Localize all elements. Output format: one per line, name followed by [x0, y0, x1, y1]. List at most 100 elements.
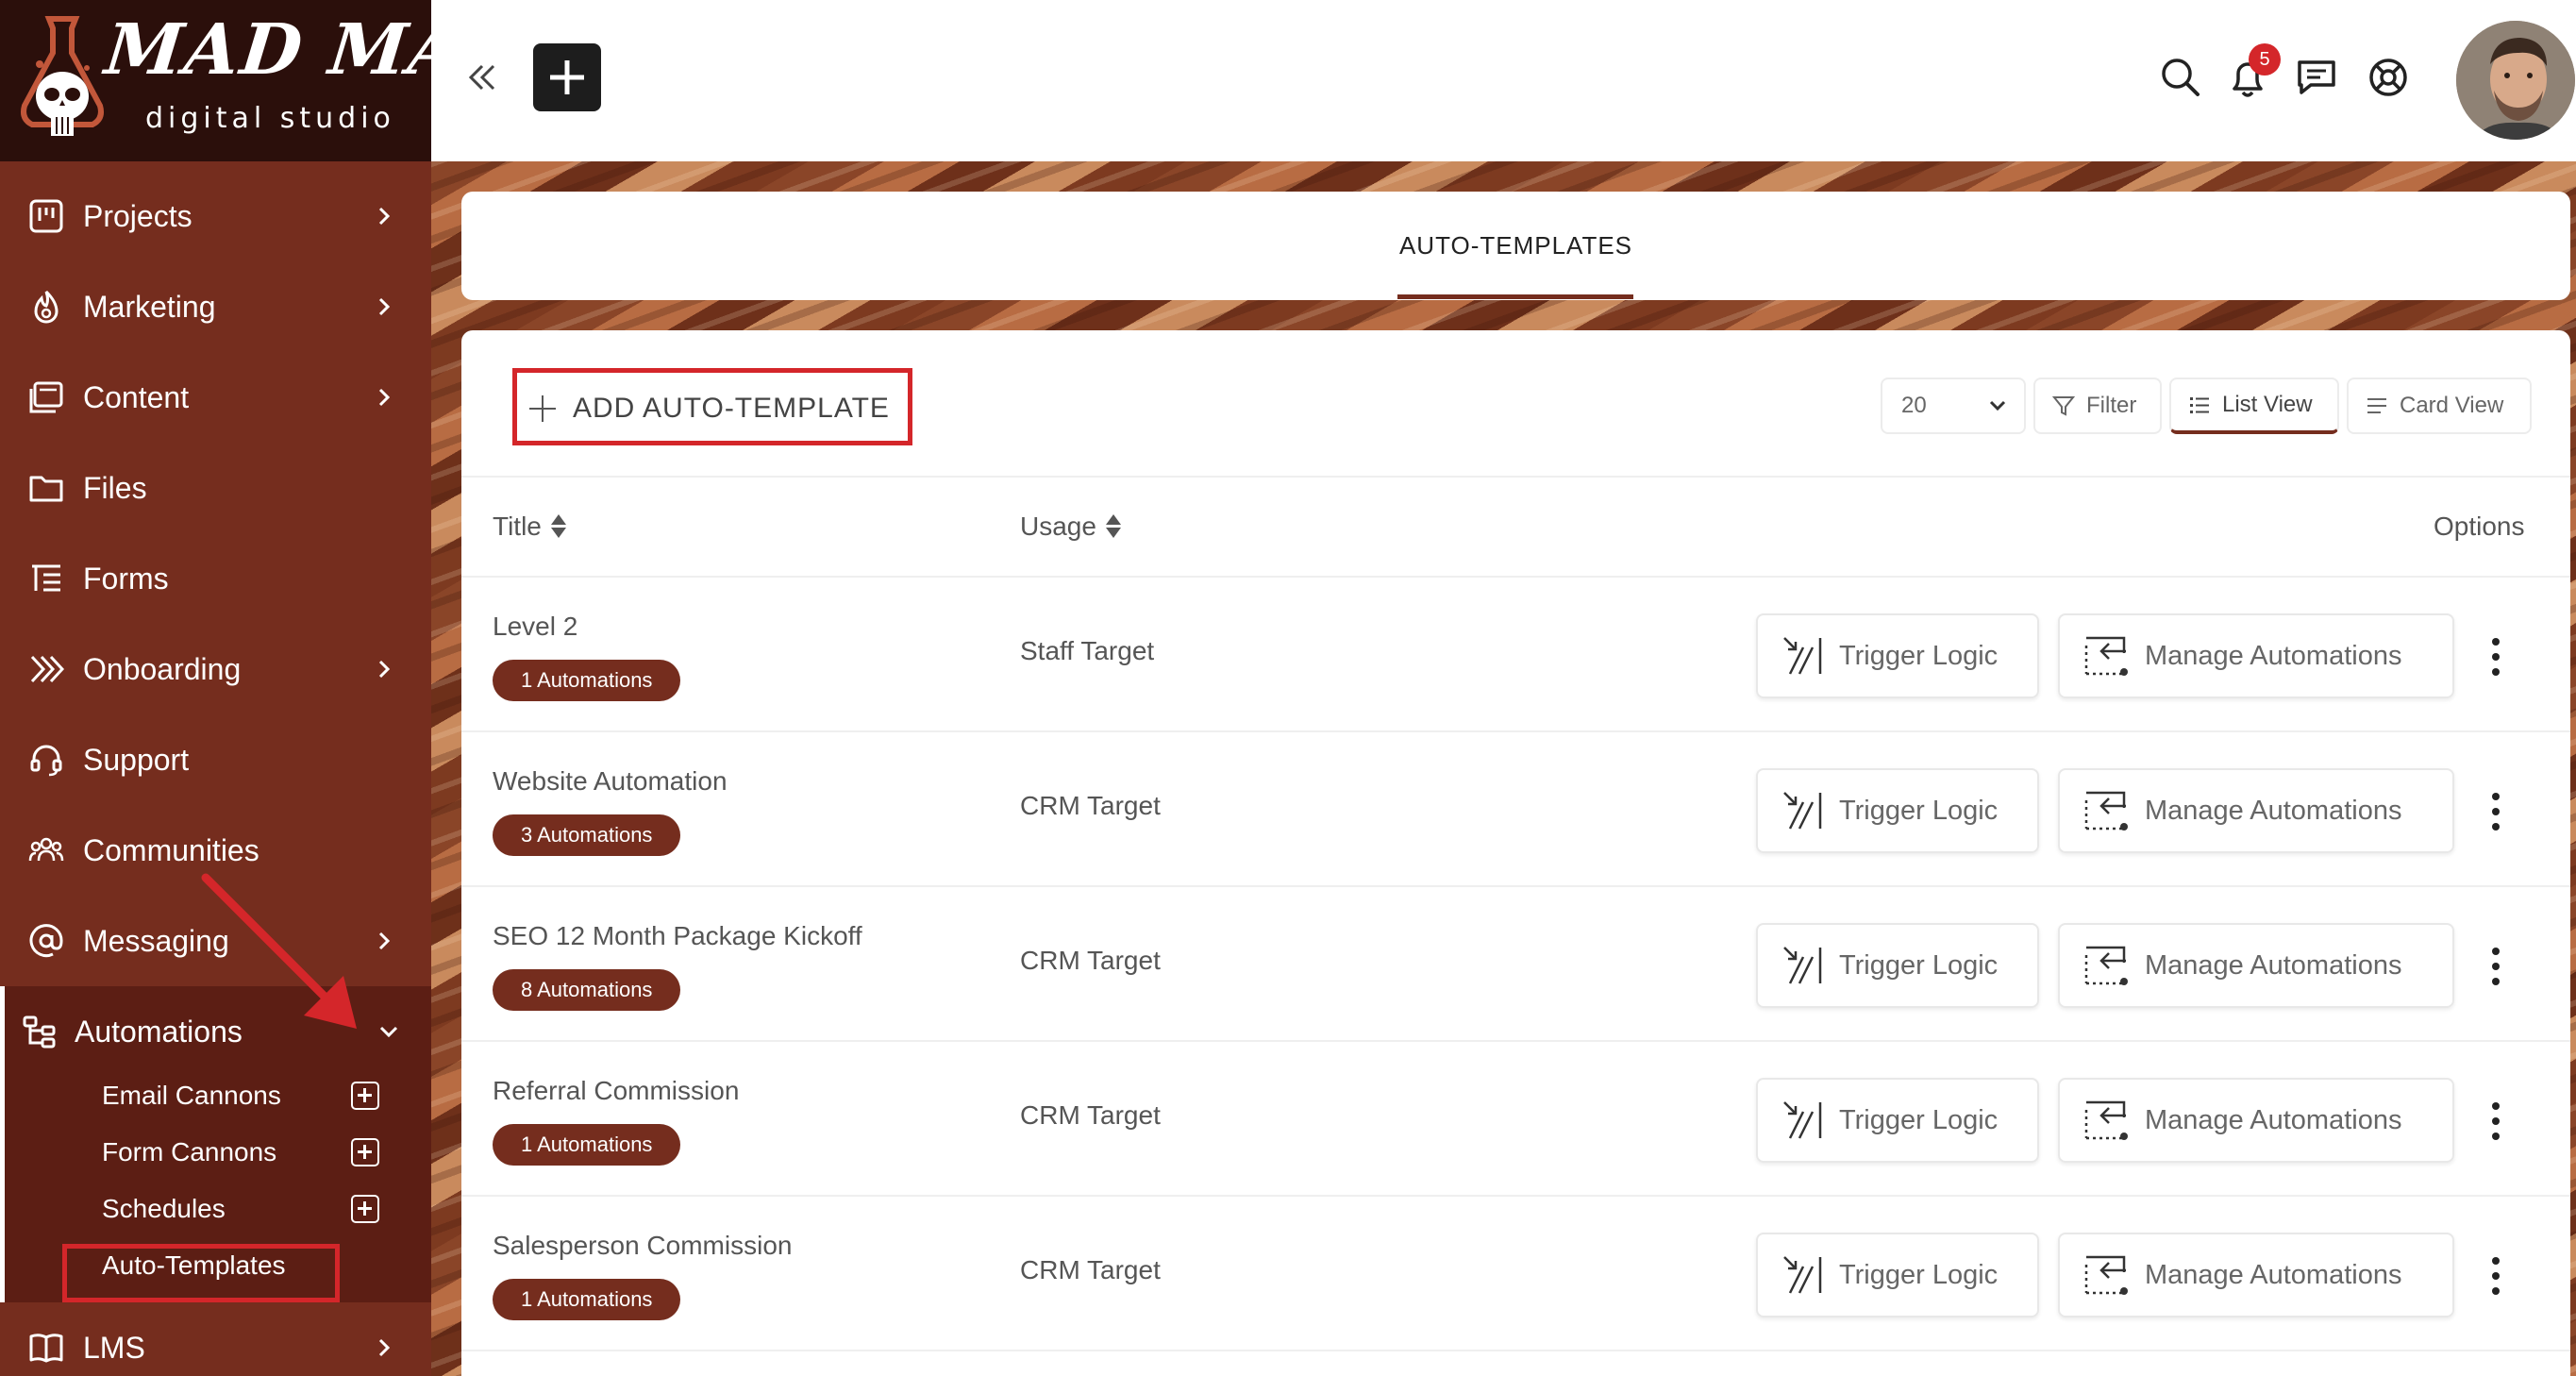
- at-sign-icon: [29, 924, 63, 958]
- automations-count-badge: 1 Automations: [493, 660, 681, 701]
- trigger-logic-label: Trigger Logic: [1839, 949, 1999, 981]
- sidebar-subitem-label: Form Cannons: [102, 1137, 277, 1166]
- chat-icon[interactable]: [2294, 55, 2339, 100]
- list-icon: [2190, 397, 2209, 413]
- chevron-right-icon: [378, 207, 391, 226]
- toolbar-divider: [461, 476, 2570, 478]
- row-more-options-icon[interactable]: [2490, 638, 2501, 676]
- add-email-cannon-icon[interactable]: [351, 1082, 379, 1110]
- sidebar-subitem-label: Schedules: [102, 1194, 226, 1223]
- auto-templates-panel: ADD AUTO-TEMPLATE 20 Filter List View Ca…: [461, 330, 2570, 1376]
- manage-automations-label: Manage Automations: [2145, 1104, 2402, 1135]
- row-more-options-icon[interactable]: [2490, 1102, 2501, 1140]
- row-title[interactable]: SEO 12 Month Package Kickoff: [493, 921, 862, 951]
- add-form-cannon-icon[interactable]: [351, 1138, 379, 1166]
- column-header-title[interactable]: Title: [493, 512, 566, 542]
- manage-automations-button[interactable]: Manage Automations: [2058, 1078, 2454, 1163]
- trigger-logic-icon: [1783, 792, 1822, 830]
- row-more-options-icon[interactable]: [2490, 793, 2501, 831]
- tab-auto-templates[interactable]: AUTO-TEMPLATES: [461, 192, 2570, 300]
- sidebar-item-content[interactable]: Content: [0, 352, 431, 443]
- row-more-options-icon[interactable]: [2490, 1257, 2501, 1295]
- column-header-options: Options: [2434, 512, 2525, 542]
- filter-label: Filter: [2086, 393, 2137, 418]
- sidebar-item-label: Projects: [83, 198, 192, 233]
- row-title[interactable]: Website Automation: [493, 766, 728, 797]
- sidebar-item-label: Content: [83, 379, 190, 414]
- row-title[interactable]: Referral Commission: [493, 1076, 739, 1106]
- sidebar-item-projects[interactable]: Projects: [0, 171, 431, 261]
- filter-icon: [2052, 396, 2075, 416]
- table-row: SEO 12 Month Package Kickoff 8 Automatio…: [461, 887, 2570, 1042]
- folder-icon: [29, 476, 63, 502]
- add-schedule-icon[interactable]: [351, 1195, 379, 1223]
- sidebar-item-lms[interactable]: LMS: [0, 1302, 431, 1376]
- table-row: Website Automation 3 Automations CRM Tar…: [461, 732, 2570, 887]
- manage-automations-label: Manage Automations: [2145, 1259, 2402, 1290]
- sidebar-item-support[interactable]: Support: [0, 714, 431, 805]
- chevron-down-icon: [379, 1026, 398, 1038]
- sidebar-item-marketing[interactable]: Marketing: [0, 261, 431, 352]
- manage-automations-button[interactable]: Manage Automations: [2058, 768, 2454, 853]
- chevron-down-icon: [1989, 400, 2006, 411]
- table-row: Level 2 1 Automations Staff Target Trigg…: [461, 578, 2570, 732]
- lifebuoy-icon[interactable]: [2366, 55, 2411, 100]
- manage-automations-button[interactable]: Manage Automations: [2058, 923, 2454, 1008]
- manage-automations-button[interactable]: Manage Automations: [2058, 1233, 2454, 1317]
- brand-logo[interactable]: MAD MAX digital studio: [0, 0, 431, 161]
- manage-automations-label: Manage Automations: [2145, 640, 2402, 671]
- list-view-label: List View: [2222, 392, 2313, 417]
- flame-icon: [34, 290, 59, 324]
- sidebar-item-label: Marketing: [83, 289, 216, 324]
- sitemap-icon: [23, 1015, 56, 1049]
- sidebar-item-label: Onboarding: [83, 651, 242, 686]
- sidebar-subitem-form-cannons[interactable]: Form Cannons: [102, 1126, 404, 1179]
- trigger-logic-button[interactable]: Trigger Logic: [1756, 613, 2039, 698]
- chevron-right-icon: [378, 660, 391, 679]
- row-title[interactable]: Salesperson Commission: [493, 1231, 792, 1261]
- row-usage: CRM Target: [1020, 946, 1161, 975]
- manage-automations-button[interactable]: Manage Automations: [2058, 613, 2454, 698]
- quick-add-button[interactable]: [533, 43, 601, 111]
- sidebar-subitem-schedules[interactable]: Schedules: [102, 1183, 404, 1235]
- row-title[interactable]: Level 2: [493, 612, 577, 642]
- automations-count-badge: 1 Automations: [493, 1124, 681, 1166]
- sidebar-item-onboarding[interactable]: Onboarding: [0, 624, 431, 714]
- row-more-options-icon[interactable]: [2490, 948, 2501, 985]
- trigger-logic-button[interactable]: Trigger Logic: [1756, 1233, 2039, 1317]
- row-usage: CRM Target: [1020, 1100, 1161, 1130]
- book-icon: [29, 1334, 63, 1363]
- trigger-logic-button[interactable]: Trigger Logic: [1756, 768, 2039, 853]
- row-usage: CRM Target: [1020, 791, 1161, 820]
- trigger-logic-button[interactable]: Trigger Logic: [1756, 1078, 2039, 1163]
- chevron-right-icon: [378, 1338, 391, 1357]
- search-icon[interactable]: [2158, 55, 2203, 100]
- row-usage: Staff Target: [1020, 636, 1155, 665]
- filter-button[interactable]: Filter: [2033, 378, 2162, 434]
- avatar-image-icon: [2456, 21, 2575, 140]
- chevron-right-icon: [378, 297, 391, 316]
- sidebar-subitem-email-cannons[interactable]: Email Cannons: [102, 1069, 404, 1122]
- user-avatar[interactable]: [2456, 21, 2575, 140]
- sidebar-item-label: Support: [83, 742, 190, 777]
- column-header-label: Options: [2434, 512, 2525, 541]
- manage-automations-label: Manage Automations: [2145, 949, 2402, 981]
- sidebar-item-forms[interactable]: Forms: [0, 533, 431, 624]
- collapse-sidebar-icon[interactable]: [463, 59, 501, 96]
- trigger-logic-button[interactable]: Trigger Logic: [1756, 923, 2039, 1008]
- page-size-select[interactable]: 20: [1881, 378, 2026, 434]
- card-view-label: Card View: [2400, 393, 2504, 418]
- annotation-highlight-auto-templates: [62, 1244, 340, 1302]
- brand-title: MAD MAX: [101, 9, 431, 91]
- trigger-logic-icon: [1783, 947, 1822, 984]
- manage-automations-icon: [2084, 636, 2128, 676]
- card-view-icon: [2367, 398, 2386, 413]
- table-row: Referral Commission 1 Automations CRM Ta…: [461, 1042, 2570, 1197]
- manage-automations-icon: [2084, 1100, 2128, 1140]
- chevron-right-icon: [378, 931, 391, 950]
- card-view-button[interactable]: Card View: [2347, 378, 2532, 434]
- sidebar-item-files[interactable]: Files: [0, 443, 431, 533]
- column-header-usage[interactable]: Usage: [1020, 512, 1121, 542]
- tabs-bar: AUTO-TEMPLATES: [461, 192, 2570, 300]
- list-view-button[interactable]: List View: [2169, 378, 2339, 434]
